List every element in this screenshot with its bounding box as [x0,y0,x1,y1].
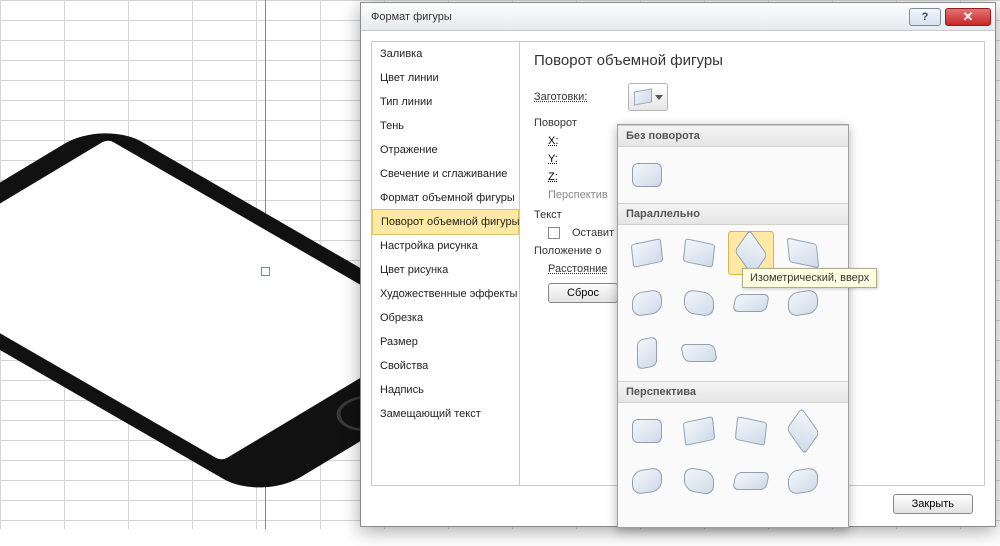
nav-fill[interactable]: Заливка [372,42,519,66]
presets-gallery: Без поворота Параллельно Перспектива [617,124,849,528]
preset-thumb [735,416,768,446]
preset-thumb [683,238,716,268]
preset-thumb [732,294,770,312]
nav-glow[interactable]: Свечение и сглаживание [372,162,519,186]
nav-3d-rotation[interactable]: Поворот объемной фигуры [372,209,519,235]
preset-perspective-6[interactable] [676,459,722,503]
rotation-group-label: Поворот [534,117,577,129]
nav-3d-format[interactable]: Формат объемной фигуры [372,186,519,210]
preset-tooltip: Изометрический, вверх [742,268,877,288]
close-icon: ✕ [963,10,974,23]
preset-thumb [680,344,718,362]
presets-label: Заготовки: [534,91,620,103]
preset-thumb [684,289,714,317]
preset-parallel-5[interactable] [624,281,670,325]
nav-size[interactable]: Размер [372,330,519,354]
preset-thumb-icon [634,88,652,105]
preset-perspective-7[interactable] [728,459,774,503]
preset-thumb [631,238,664,268]
preset-parallel-10[interactable] [676,331,722,375]
help-icon: ? [922,11,929,23]
nav-crop[interactable]: Обрезка [372,306,519,330]
preset-parallel-9[interactable] [624,331,670,375]
preset-thumb [632,419,662,443]
preset-thumb [788,289,818,317]
preset-perspective-4[interactable] [780,409,826,453]
dialog-titlebar[interactable]: Формат фигуры ? ✕ [361,3,995,31]
help-button[interactable]: ? [909,8,941,26]
preset-perspective-8[interactable] [780,459,826,503]
preset-thumb [684,466,714,495]
preset-perspective-1[interactable] [624,409,670,453]
preset-thumb [632,289,662,317]
dialog-title: Формат фигуры [371,11,909,23]
presets-dropdown-button[interactable] [628,83,668,111]
panel-heading: Поворот объемной фигуры [534,52,970,69]
preset-parallel-1[interactable] [624,231,670,275]
preset-thumb [788,467,818,495]
preset-thumb [787,238,820,269]
gallery-header-perspective: Перспектива [618,381,848,403]
preset-no-rotation[interactable] [624,153,670,197]
nav-picture-corrections[interactable]: Настройка рисунка [372,234,519,258]
preset-thumb [683,416,716,446]
dialog-close-button[interactable]: Закрыть [893,494,973,514]
preset-parallel-6[interactable] [676,281,722,325]
preset-perspective-5[interactable] [624,459,670,503]
axis-y-label: Y: [548,153,618,165]
nav-picture-color[interactable]: Цвет рисунка [372,258,519,282]
text-group-label: Текст [534,209,562,221]
gallery-header-parallel: Параллельно [618,203,848,225]
perspective-label: Перспектив [548,189,618,201]
nav-reflection[interactable]: Отражение [372,138,519,162]
selection-handle[interactable] [261,267,270,276]
axis-z-label: Z: [548,171,618,183]
chevron-down-icon [655,95,663,100]
preset-perspective-3[interactable] [728,409,774,453]
preset-thumb [632,467,662,495]
preset-parallel-2[interactable] [676,231,722,275]
preset-perspective-2[interactable] [676,409,722,453]
preset-thumb [732,472,770,490]
keep-text-flat-label: Оставит [572,227,614,239]
gallery-header-no-rotation: Без поворота [618,125,848,147]
preset-thumb [637,336,657,370]
preset-thumb [786,407,819,454]
nav-line-color[interactable]: Цвет линии [372,66,519,90]
category-nav: Заливка Цвет линии Тип линии Тень Отраже… [372,42,520,485]
object-position-label: Положение о [534,245,601,257]
nav-textbox[interactable]: Надпись [372,378,519,402]
reset-button[interactable]: Сброс [548,283,618,303]
keep-text-flat-checkbox[interactable] [548,227,560,239]
preset-thumb [632,163,662,187]
nav-properties[interactable]: Свойства [372,354,519,378]
axis-x-label: X: [548,135,618,147]
nav-shadow[interactable]: Тень [372,114,519,138]
nav-artistic-effects[interactable]: Художественные эффекты [372,282,519,306]
distance-label: Расстояние [548,263,607,275]
nav-alt-text[interactable]: Замещающий текст [372,402,519,426]
nav-line-style[interactable]: Тип линии [372,90,519,114]
window-close-button[interactable]: ✕ [945,8,991,26]
